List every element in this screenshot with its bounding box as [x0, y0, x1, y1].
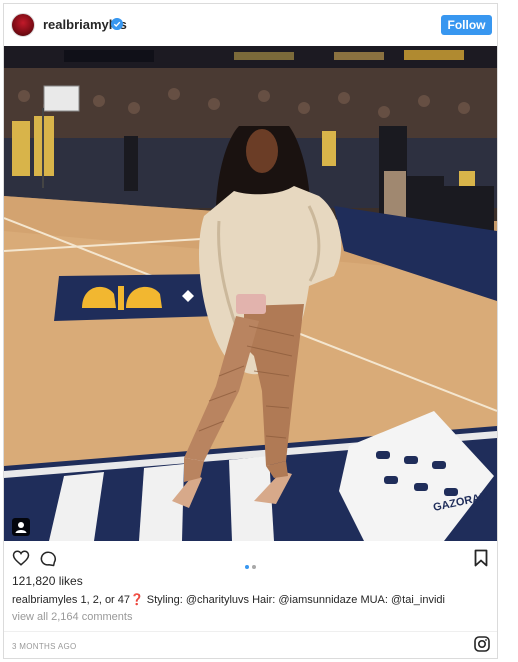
profile-avatar[interactable] — [11, 13, 35, 37]
likes-count[interactable]: 121,820 likes — [12, 574, 83, 588]
post-caption: realbriamyles 1, 2, or 47❓ Styling: @cha… — [12, 593, 445, 606]
carousel-dot — [252, 565, 256, 569]
user-tag-icon[interactable] — [12, 518, 30, 536]
instagram-logo-icon[interactable] — [474, 636, 490, 652]
view-all-comments-link[interactable]: view all 2,164 comments — [12, 611, 132, 623]
caption-text: 1, 2, or 47❓ Styling: @charityluvs Hair:… — [77, 594, 445, 606]
arena-photo-illustration: GAZORAH — [4, 46, 497, 541]
bookmark-icon[interactable] — [474, 549, 488, 567]
comment-icon[interactable] — [39, 549, 57, 567]
post-actions — [4, 544, 497, 572]
follow-button[interactable]: Follow — [441, 15, 492, 35]
carousel-dot-active — [245, 565, 249, 569]
heart-icon[interactable] — [12, 549, 30, 567]
post-photo[interactable]: GAZORAH — [4, 46, 497, 541]
instagram-post-card: realbriamyles Follow GAZORAH 121,820 lik… — [3, 3, 498, 659]
caption-username[interactable]: realbriamyles — [12, 594, 77, 606]
post-timestamp: 3 MONTHS AGO — [12, 642, 77, 651]
divider — [4, 631, 497, 632]
post-header: realbriamyles Follow — [4, 4, 497, 46]
carousel-indicator — [245, 556, 259, 574]
verified-badge-icon — [111, 18, 123, 30]
